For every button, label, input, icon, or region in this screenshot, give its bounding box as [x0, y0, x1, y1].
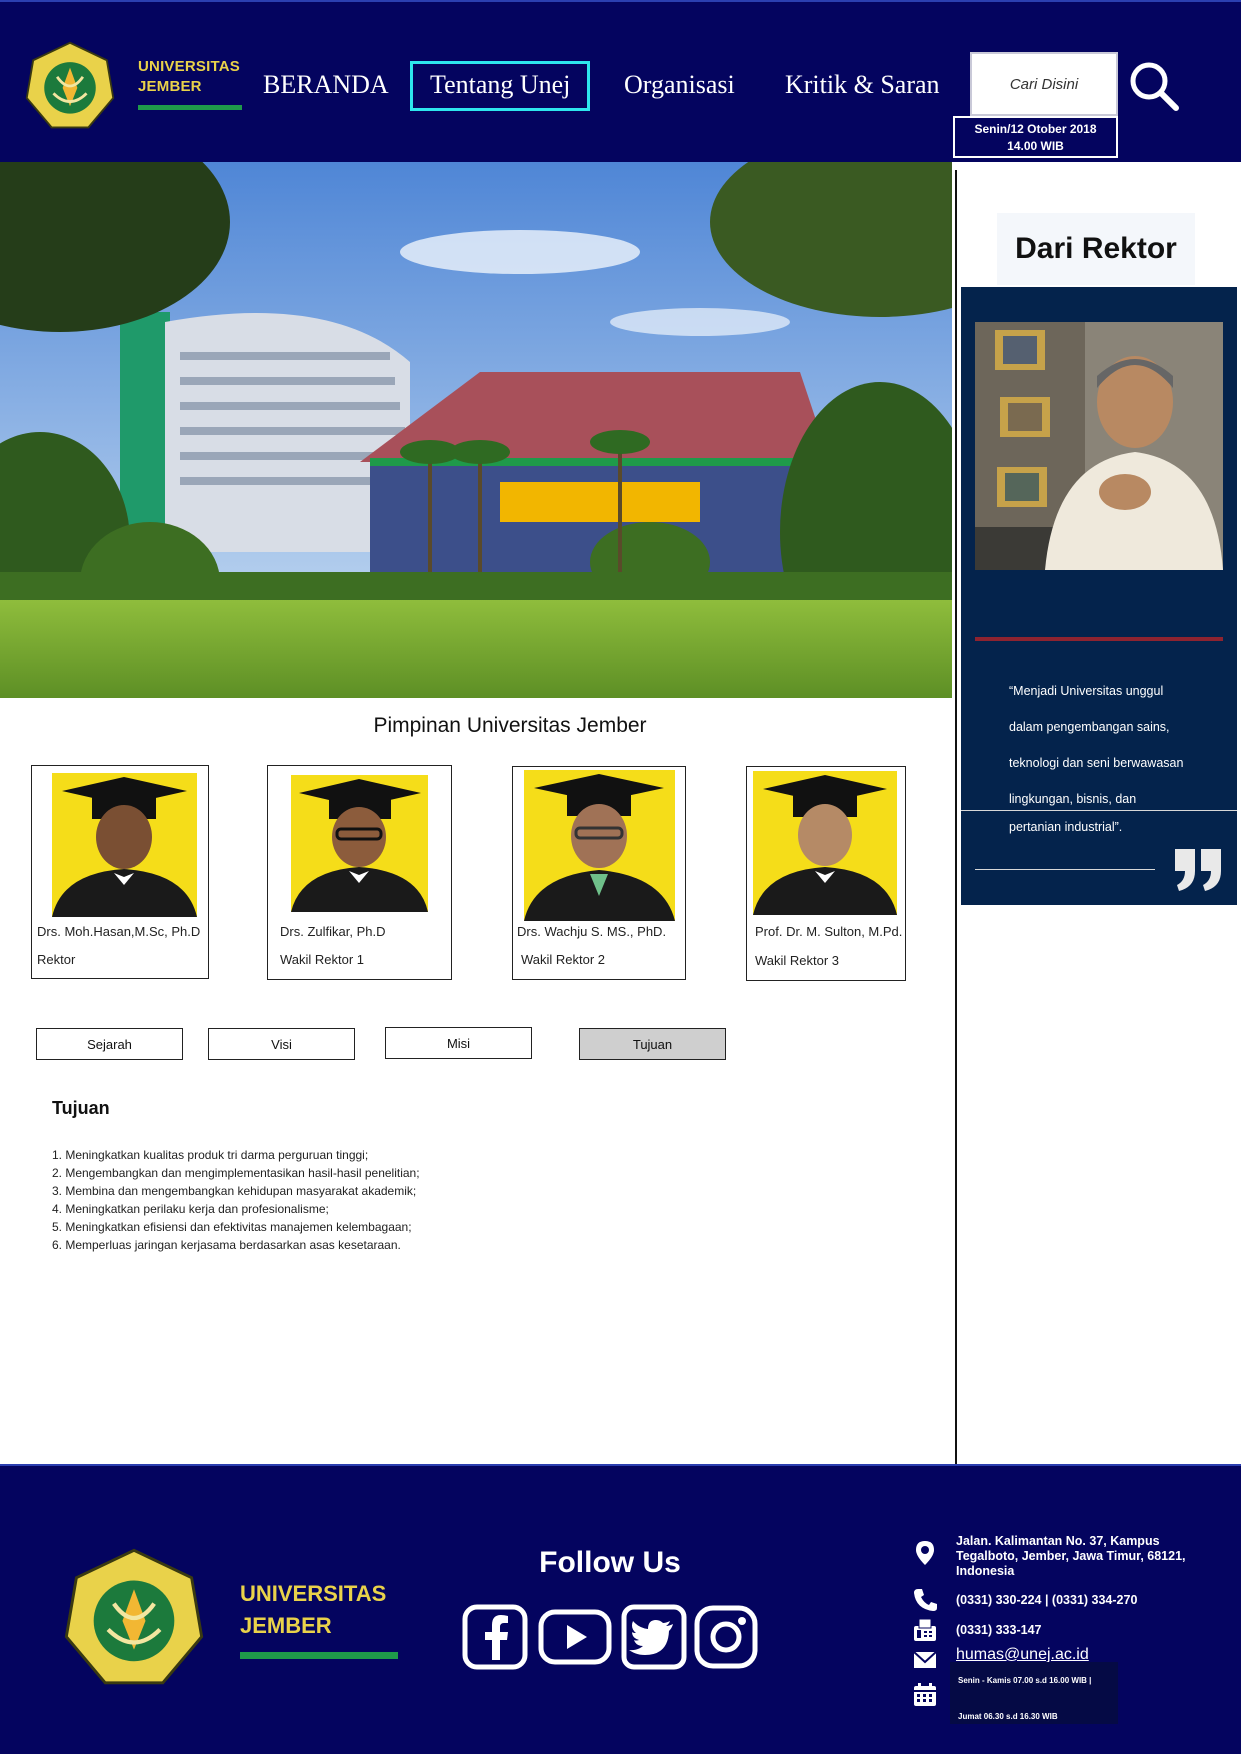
- facebook-icon[interactable]: [462, 1604, 528, 1670]
- leaders-section-title: Pimpinan Universitas Jember: [373, 714, 647, 737]
- site-footer: UNIVERSITAS JEMBER Follow Us Jalan. Kali…: [0, 1464, 1241, 1754]
- content-heading: Tujuan: [52, 1098, 110, 1118]
- list-item: 4. Meningkatkan perilaku kerja dan profe…: [52, 1202, 329, 1216]
- date-time-display: Senin/12 Otober 2018 14.00 WIB: [953, 116, 1118, 158]
- leader-portrait: [753, 771, 897, 915]
- rektor-accent-line: [975, 637, 1223, 641]
- tujuan-list: 1. Meningkatkan kualitas produk tri darm…: [52, 1146, 420, 1254]
- footer-fax: (0331) 333-147: [956, 1623, 1042, 1637]
- twitter-icon[interactable]: [621, 1604, 687, 1670]
- sidebar-divider: [955, 170, 957, 1466]
- nav-organisasi[interactable]: Organisasi: [624, 64, 735, 106]
- rektor-section-title: Dari Rektor: [997, 213, 1195, 285]
- leader-card[interactable]: Drs. Moh.Hasan,M.Sc, Ph.D Rektor: [31, 765, 209, 979]
- closing-quote-icon: [1175, 849, 1221, 891]
- rektor-quote-line: “Menjadi Universitas unggul: [1009, 684, 1164, 698]
- tab-visi[interactable]: Visi: [208, 1028, 355, 1060]
- search-icon[interactable]: [1128, 60, 1180, 112]
- nav-tentang-unej[interactable]: Tentang Unej: [410, 61, 591, 111]
- leader-role: Rektor: [37, 952, 76, 967]
- rektor-quote-line: teknologi dan seni berwawasan: [1009, 756, 1184, 770]
- list-item: 5. Meningkatkan efisiensi dan efektivita…: [52, 1220, 412, 1234]
- leader-name: Prof. Dr. M. Sulton, M.Pd.: [755, 924, 903, 939]
- leader-card[interactable]: Drs. Wachju S. MS., PhD. Wakil Rektor 2: [512, 766, 686, 980]
- leader-portrait: [291, 775, 428, 912]
- footer-brand-wordmark[interactable]: UNIVERSITAS JEMBER: [240, 1578, 400, 1659]
- list-item: 1. Meningkatkan kualitas produk tri darm…: [52, 1148, 369, 1162]
- university-seal-logo[interactable]: [24, 40, 116, 132]
- tab-sejarah[interactable]: Sejarah: [36, 1028, 183, 1060]
- brand-underline: [138, 105, 242, 110]
- tab-misi[interactable]: Misi: [385, 1027, 532, 1059]
- leader-role: Wakil Rektor 3: [755, 953, 840, 968]
- list-item: 2. Mengembangkan dan mengimplementasikan…: [52, 1166, 420, 1180]
- leader-name: Drs. Zulfikar, Ph.D: [280, 924, 386, 939]
- rektor-message-card: “Menjadi Universitas unggul dalam pengem…: [961, 287, 1237, 905]
- location-pin-icon: [916, 1541, 934, 1565]
- search-input[interactable]: Cari Disini: [970, 52, 1118, 116]
- current-date: Senin/12 Otober 2018: [974, 122, 1097, 136]
- nav-kritik-saran[interactable]: Kritik & Saran: [785, 64, 940, 106]
- footer-brand-underline: [240, 1652, 398, 1659]
- brand-wordmark[interactable]: UNIVERSITAS JEMBER: [138, 57, 244, 110]
- leader-card[interactable]: Drs. Zulfikar, Ph.D Wakil Rektor 1: [267, 765, 452, 980]
- rektor-bottom-line: [975, 869, 1155, 870]
- phone-icon: [914, 1589, 937, 1611]
- tab-tujuan[interactable]: Tujuan: [579, 1028, 726, 1060]
- footer-address: Jalan. Kalimantan No. 37, Kampus Tegalbo…: [956, 1534, 1186, 1578]
- footer-brand-line-2: JEMBER: [240, 1613, 332, 1638]
- footer-seal-logo[interactable]: [62, 1546, 206, 1690]
- office-hours-friday: Jumat 06.30 s.d 16.30 WIB: [958, 1712, 1058, 1721]
- youtube-icon[interactable]: [538, 1604, 612, 1670]
- rektor-divider-line: [961, 810, 1237, 811]
- leader-role: Wakil Rektor 2: [521, 952, 606, 967]
- rektor-quote-line: pertanian industrial”.: [1009, 820, 1123, 834]
- footer-phone: (0331) 330-224 | (0331) 334-270: [956, 1593, 1138, 1607]
- current-time: 14.00 WIB: [1007, 139, 1064, 153]
- leader-portrait: [52, 773, 197, 917]
- leader-card[interactable]: Prof. Dr. M. Sulton, M.Pd. Wakil Rektor …: [746, 766, 906, 981]
- leader-portrait: [524, 770, 675, 921]
- leader-name: Drs. Wachju S. MS., PhD.: [517, 924, 667, 939]
- campus-hero-image: [0, 162, 952, 698]
- instagram-icon[interactable]: [693, 1604, 759, 1670]
- brand-line-1: UNIVERSITAS: [138, 58, 240, 75]
- fax-icon: [914, 1618, 936, 1641]
- email-icon: [913, 1651, 937, 1668]
- site-header: UNIVERSITAS JEMBER BERANDA Tentang Unej …: [0, 0, 1241, 162]
- list-item: 6. Memperluas jaringan kerjasama berdasa…: [52, 1238, 401, 1252]
- brand-line-2: JEMBER: [138, 78, 202, 95]
- rektor-quote-line: dalam pengembangan sains,: [1009, 720, 1170, 734]
- nav-beranda[interactable]: BERANDA: [263, 64, 389, 106]
- calendar-icon: [914, 1683, 936, 1706]
- leader-role: Wakil Rektor 1: [280, 952, 365, 967]
- office-hours: Senin - Kamis 07.00 s.d 16.00 WIB | Juma…: [950, 1662, 1118, 1724]
- rektor-quote: “Menjadi Universitas unggul dalam pengem…: [1009, 673, 1209, 845]
- follow-us-heading: Follow Us: [539, 1546, 681, 1579]
- footer-brand-line-1: UNIVERSITAS: [240, 1581, 387, 1606]
- office-hours-weekday: Senin - Kamis 07.00 s.d 16.00 WIB |: [958, 1676, 1092, 1685]
- leader-name: Drs. Moh.Hasan,M.Sc, Ph.D: [37, 924, 201, 939]
- list-item: 3. Membina dan mengembangkan kehidupan m…: [52, 1184, 417, 1198]
- rektor-photo: [975, 322, 1223, 570]
